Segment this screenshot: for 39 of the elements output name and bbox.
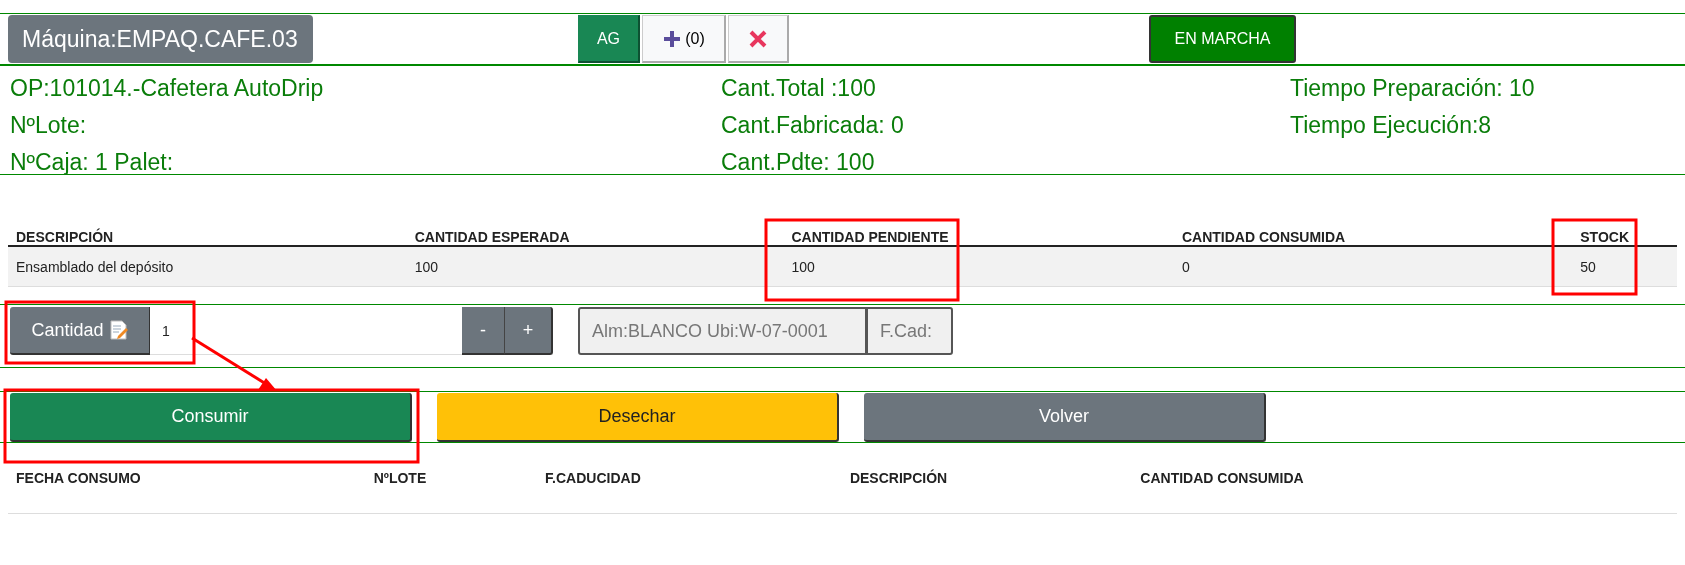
table-cell: 50 [1580, 258, 1596, 275]
column-header: CANTIDAD ESPERADA [414, 229, 570, 245]
column-header: CANTIDAD CONSUMIDA [1181, 229, 1346, 245]
back-button[interactable]: Volver [864, 393, 1266, 442]
table-cell: 100 [414, 258, 439, 275]
info-text: Cant.Total :100 [721, 74, 877, 103]
info-text: NºCaja: 1 Palet: [10, 148, 175, 177]
machine-label: Máquina:EMPAQ.CAFE.03 [8, 15, 313, 63]
close-icon [748, 28, 768, 49]
add-button[interactable]: (0) [642, 15, 726, 63]
delete-button[interactable] [728, 15, 789, 63]
expiry-field: F.Cad: [866, 307, 953, 355]
status-button[interactable]: EN MARCHA [1149, 15, 1296, 63]
table-cell: Ensamblado del depósito [16, 258, 174, 275]
info-text: Tiempo Preparación: 10 [1290, 74, 1536, 103]
consume-button[interactable]: Consumir [10, 393, 412, 442]
column-header: NºLOTE [373, 470, 427, 486]
table-cell: 100 [791, 258, 815, 275]
column-header: CANTIDAD CONSUMIDA [1140, 470, 1304, 486]
table-cell: 0 [1181, 258, 1190, 275]
info-text: Cant.Pdte: 100 [721, 148, 876, 177]
plus-icon [662, 28, 683, 49]
decrement-button[interactable]: - [462, 307, 505, 355]
increment-button[interactable]: + [505, 307, 553, 355]
edit-document-icon [109, 320, 128, 340]
location-field: Alm:BLANCO Ubi:W-07-0001 [578, 307, 866, 355]
column-header: CANTIDAD PENDIENTE [791, 229, 949, 245]
column-header: STOCK [1580, 229, 1629, 245]
discard-button[interactable]: Desechar [437, 393, 839, 442]
ag-button[interactable]: AG [578, 15, 640, 63]
column-header: F.CADUCIDAD [545, 470, 641, 486]
info-text: Tiempo Ejecución:8 [1290, 111, 1493, 140]
quantity-button[interactable]: Cantidad [10, 307, 150, 355]
info-text: OP:101014.-Cafetera AutoDrip [10, 74, 325, 103]
column-header: DESCRIPCIÓN [16, 229, 114, 245]
column-header: FECHA CONSUMO [16, 470, 141, 486]
info-text: Cant.Fabricada: 0 [721, 111, 905, 140]
column-header: DESCRIPCIÓN [849, 470, 948, 486]
info-text: NºLote: [10, 111, 88, 140]
